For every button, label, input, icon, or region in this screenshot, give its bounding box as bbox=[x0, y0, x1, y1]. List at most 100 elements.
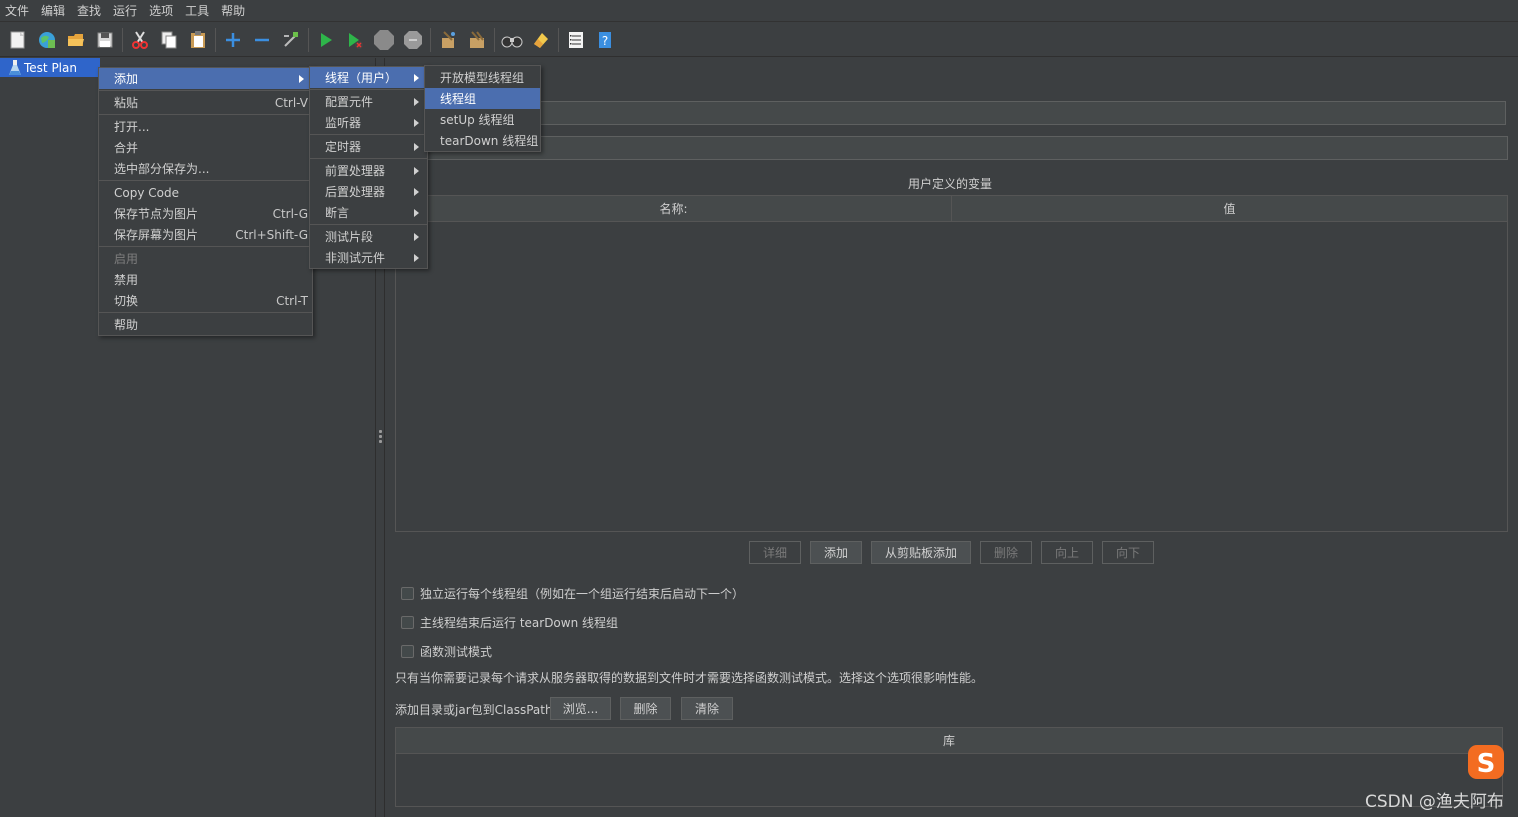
menu-item-merge[interactable]: 合并 bbox=[99, 137, 312, 158]
user-vars-title: 用户定义的变量 bbox=[908, 177, 993, 191]
save-icon[interactable] bbox=[93, 28, 117, 52]
shutdown-icon[interactable] bbox=[401, 28, 425, 52]
menu-item-copy-code[interactable]: Copy Code bbox=[99, 182, 312, 203]
column-name[interactable]: 名称: bbox=[396, 196, 952, 222]
tree-node-label: Test Plan bbox=[24, 60, 77, 75]
add-button[interactable]: 添加 bbox=[810, 541, 862, 564]
comments-field[interactable] bbox=[426, 136, 1508, 160]
submenu-item-postprocessor[interactable]: 后置处理器 bbox=[310, 181, 427, 202]
menu-tools[interactable]: 工具 bbox=[180, 0, 216, 22]
submenu-item-test-fragment[interactable]: 测试片段 bbox=[310, 226, 427, 247]
function-helper-icon[interactable] bbox=[564, 28, 588, 52]
serialize-threadgroups-label: 独立运行每个线程组（例如在一个组运行结束后启动下一个） bbox=[420, 587, 745, 601]
submenu-item-thread-group[interactable]: 线程组 bbox=[425, 88, 540, 109]
toolbar-separator bbox=[122, 27, 123, 52]
submenu-item-setup-thread-group[interactable]: setUp 线程组 bbox=[425, 109, 540, 130]
submenu-item-threads[interactable]: 线程（用户） bbox=[310, 67, 427, 88]
name-field[interactable] bbox=[426, 101, 1506, 125]
menu-item-toggle[interactable]: 切换 Ctrl-T bbox=[99, 290, 312, 311]
collapse-icon[interactable] bbox=[250, 28, 274, 52]
toolbar-separator bbox=[430, 27, 431, 52]
submenu-item-open-model-thread-group[interactable]: 开放模型线程组 bbox=[425, 67, 540, 88]
start-icon[interactable] bbox=[314, 28, 338, 52]
toolbar-separator bbox=[494, 27, 495, 52]
up-button[interactable]: 向上 bbox=[1041, 541, 1093, 564]
paste-icon[interactable] bbox=[186, 28, 210, 52]
flask-icon bbox=[9, 60, 21, 75]
menu-bar: 文件 编辑 查找 运行 选项 工具 帮助 bbox=[0, 0, 1518, 22]
serialize-threadgroups-checkbox[interactable] bbox=[401, 587, 414, 600]
toolbar: ? bbox=[0, 23, 1518, 57]
add-submenu: 线程（用户） 配置元件 监听器 定时器 前置处理器 后置处理器 断言 测试片段 … bbox=[309, 66, 428, 269]
teardown-on-shutdown-option[interactable]: 主线程结束后运行 tearDown 线程组 bbox=[401, 614, 618, 631]
library-header: 库 bbox=[396, 728, 1502, 754]
library-table[interactable]: 库 bbox=[395, 727, 1503, 807]
toolbar-separator bbox=[558, 27, 559, 52]
submenu-item-teardown-thread-group[interactable]: tearDown 线程组 bbox=[425, 130, 540, 151]
menu-item-save-selection[interactable]: 选中部分保存为... bbox=[99, 158, 312, 179]
classpath-delete-button[interactable]: 删除 bbox=[620, 697, 671, 720]
clear-all-icon[interactable] bbox=[465, 28, 489, 52]
clear-icon[interactable] bbox=[436, 28, 460, 52]
teardown-on-shutdown-checkbox[interactable] bbox=[401, 616, 414, 629]
menu-item-enable[interactable]: 启用 bbox=[99, 248, 312, 269]
reset-search-icon[interactable] bbox=[529, 28, 553, 52]
classpath-label: 添加目录或jar包到ClassPath bbox=[395, 703, 553, 717]
serialize-threadgroups-option[interactable]: 独立运行每个线程组（例如在一个组运行结束后启动下一个） bbox=[401, 585, 744, 602]
add-from-clipboard-button[interactable]: 从剪贴板添加 bbox=[871, 541, 971, 564]
delete-button[interactable]: 删除 bbox=[980, 541, 1032, 564]
watermark: CSDN @渔夫阿布 bbox=[1365, 792, 1504, 812]
tree-node-test-plan[interactable]: Test Plan bbox=[0, 58, 100, 77]
functional-mode-option[interactable]: 函数测试模式 bbox=[401, 643, 492, 660]
menu-item-open[interactable]: 打开... bbox=[99, 116, 312, 137]
submenu-item-config[interactable]: 配置元件 bbox=[310, 91, 427, 112]
svg-text:S: S bbox=[1477, 749, 1496, 779]
column-value[interactable]: 值 bbox=[952, 196, 1507, 222]
toolbar-separator bbox=[215, 27, 216, 52]
teardown-on-shutdown-label: 主线程结束后运行 tearDown 线程组 bbox=[420, 616, 619, 630]
menu-file[interactable]: 文件 bbox=[0, 0, 36, 22]
submenu-item-listener[interactable]: 监听器 bbox=[310, 112, 427, 133]
user-vars-table[interactable]: 名称: 值 bbox=[395, 195, 1508, 532]
browse-button[interactable]: 浏览... bbox=[550, 697, 611, 720]
menu-item-save-screen-image[interactable]: 保存屏幕为图片 Ctrl+Shift-G bbox=[99, 224, 312, 245]
classpath-clear-button[interactable]: 清除 bbox=[681, 697, 733, 720]
start-no-pause-icon[interactable] bbox=[343, 28, 367, 52]
submenu-item-assertion[interactable]: 断言 bbox=[310, 202, 427, 223]
svg-text:?: ? bbox=[602, 34, 608, 48]
menu-edit[interactable]: 编辑 bbox=[36, 0, 72, 22]
table-header: 名称: 值 bbox=[396, 196, 1507, 222]
submenu-item-timer[interactable]: 定时器 bbox=[310, 136, 427, 157]
templates-icon[interactable] bbox=[35, 28, 59, 52]
menu-item-disable[interactable]: 禁用 bbox=[99, 269, 312, 290]
sogou-ime-icon[interactable]: S bbox=[1466, 743, 1506, 781]
search-icon[interactable] bbox=[500, 28, 524, 52]
threads-submenu: 开放模型线程组 线程组 setUp 线程组 tearDown 线程组 bbox=[424, 65, 541, 152]
toolbar-separator bbox=[308, 27, 309, 52]
toggle-icon[interactable] bbox=[279, 28, 303, 52]
help-icon[interactable]: ? bbox=[593, 28, 617, 52]
menu-item-help[interactable]: 帮助 bbox=[99, 314, 312, 335]
copy-icon[interactable] bbox=[157, 28, 181, 52]
stop-icon[interactable] bbox=[372, 28, 396, 52]
submenu-item-non-test[interactable]: 非测试元件 bbox=[310, 247, 427, 268]
column-library[interactable]: 库 bbox=[396, 728, 1502, 754]
expand-icon[interactable] bbox=[221, 28, 245, 52]
down-button[interactable]: 向下 bbox=[1102, 541, 1154, 564]
open-icon[interactable] bbox=[64, 28, 88, 52]
functional-mode-checkbox[interactable] bbox=[401, 645, 414, 658]
new-icon[interactable] bbox=[6, 28, 30, 52]
menu-item-paste[interactable]: 粘贴 Ctrl-V bbox=[99, 92, 312, 113]
menu-item-add[interactable]: 添加 bbox=[99, 68, 312, 89]
context-menu: 添加 粘贴 Ctrl-V 打开... 合并 选中部分保存为... Copy Cod… bbox=[98, 67, 313, 336]
submenu-item-preprocessor[interactable]: 前置处理器 bbox=[310, 160, 427, 181]
split-grip[interactable] bbox=[379, 430, 382, 444]
functional-mode-note: 只有当你需要记录每个请求从服务器取得的数据到文件时才需要选择函数测试模式。选择这… bbox=[395, 671, 984, 685]
cut-icon[interactable] bbox=[128, 28, 152, 52]
menu-search[interactable]: 查找 bbox=[72, 0, 108, 22]
menu-run[interactable]: 运行 bbox=[108, 0, 144, 22]
menu-options[interactable]: 选项 bbox=[144, 0, 180, 22]
menu-help[interactable]: 帮助 bbox=[216, 0, 252, 22]
menu-item-save-node-image[interactable]: 保存节点为图片 Ctrl-G bbox=[99, 203, 312, 224]
detail-button[interactable]: 详细 bbox=[749, 541, 801, 564]
